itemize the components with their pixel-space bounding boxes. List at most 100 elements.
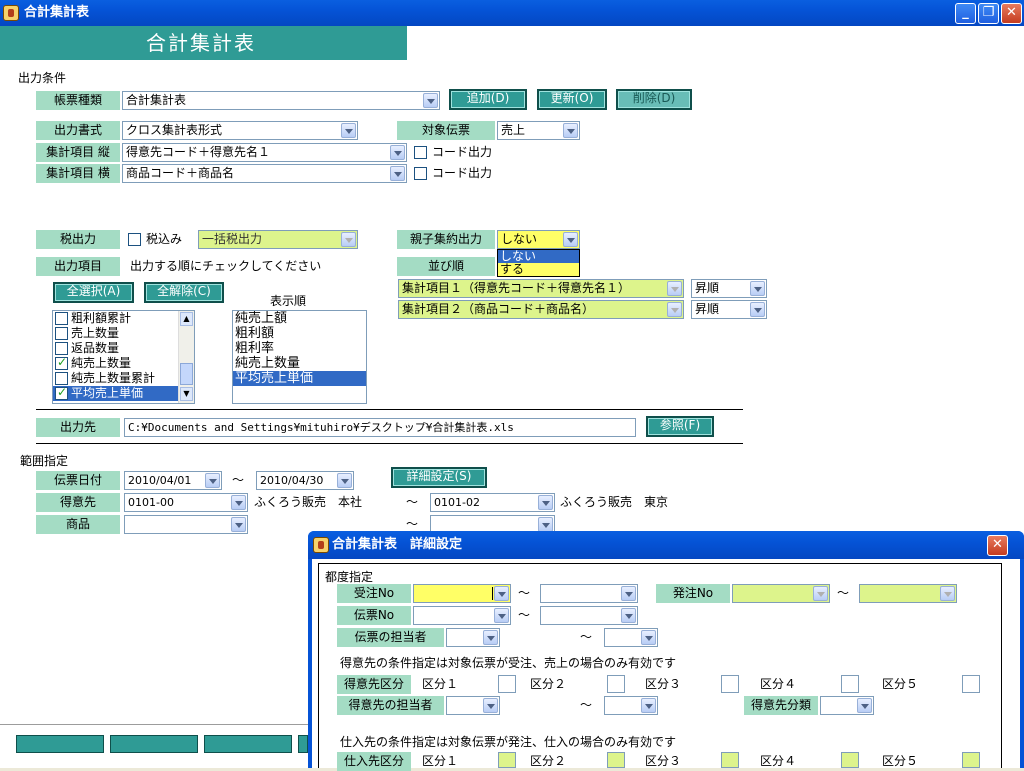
output-items-scrollbar[interactable]: ▲ ▼ bbox=[178, 311, 194, 403]
chevron-down-icon[interactable] bbox=[813, 586, 828, 601]
report-type-select[interactable]: 合計集計表 bbox=[122, 91, 440, 110]
browse-button[interactable]: 参照(F) bbox=[646, 416, 714, 437]
chevron-down-icon[interactable] bbox=[857, 698, 872, 713]
order-no-from-select[interactable] bbox=[413, 584, 511, 603]
restore-button[interactable]: ❐ bbox=[978, 3, 999, 24]
function-button[interactable] bbox=[16, 735, 104, 753]
delete-button[interactable]: 削除(D) bbox=[616, 89, 692, 110]
slip-staff-to-select[interactable] bbox=[604, 628, 658, 647]
list-item[interactable]: 平均売上単価 bbox=[53, 385, 194, 401]
tax-included-checkbox[interactable] bbox=[128, 233, 141, 246]
item-checkbox[interactable] bbox=[55, 372, 68, 385]
chevron-down-icon[interactable] bbox=[494, 608, 509, 623]
chevron-down-icon[interactable] bbox=[641, 630, 656, 645]
minimize-button[interactable]: _ bbox=[955, 3, 976, 24]
select-all-button[interactable]: 全選択(A) bbox=[53, 282, 134, 303]
supplier-class-5-input[interactable] bbox=[962, 752, 980, 768]
customer-to-select[interactable]: 0101-02 bbox=[430, 493, 555, 512]
item-checkbox[interactable] bbox=[55, 385, 68, 400]
item-checkbox[interactable] bbox=[55, 355, 68, 370]
product-from-select[interactable] bbox=[124, 515, 248, 534]
display-order-item[interactable]: 純売上数量 bbox=[233, 356, 366, 371]
list-item[interactable]: 純売上数量累計 bbox=[53, 371, 194, 386]
supplier-class-4-input[interactable] bbox=[841, 752, 859, 768]
display-order-item[interactable]: 粗利率 bbox=[233, 341, 366, 356]
function-button[interactable] bbox=[204, 735, 292, 753]
purchase-order-no-to-select[interactable] bbox=[859, 584, 957, 603]
customer-class-2-input[interactable] bbox=[607, 675, 625, 693]
chevron-down-icon[interactable] bbox=[483, 698, 498, 713]
customer-class-3-input[interactable] bbox=[721, 675, 739, 693]
parent-child-select[interactable]: しない bbox=[497, 230, 580, 249]
slip-no-from-select[interactable] bbox=[413, 606, 511, 625]
chevron-down-icon[interactable] bbox=[940, 586, 955, 601]
sort1-order-select[interactable]: 昇順 bbox=[691, 279, 767, 298]
chevron-down-icon[interactable] bbox=[231, 495, 246, 510]
sort1-select[interactable]: 集計項目１（得意先コード＋得意先名１） bbox=[398, 279, 684, 298]
list-item[interactable]: 純売上数量 bbox=[53, 355, 194, 371]
chevron-down-icon[interactable] bbox=[341, 232, 356, 247]
chevron-down-icon[interactable] bbox=[750, 302, 765, 317]
chevron-down-icon[interactable] bbox=[563, 123, 578, 138]
display-order-list[interactable]: 純売上額 粗利額 粗利率 純売上数量 平均売上単価 bbox=[232, 310, 367, 404]
output-items-list[interactable]: 粗利額累計売上数量返品数量純売上数量純売上数量累計平均売上単価 ▲ ▼ bbox=[52, 310, 195, 404]
chevron-down-icon[interactable] bbox=[563, 232, 578, 247]
chevron-down-icon[interactable] bbox=[641, 698, 656, 713]
update-button[interactable]: 更新(O) bbox=[537, 89, 607, 110]
chevron-down-icon[interactable] bbox=[390, 145, 405, 160]
customer-staff-from-select[interactable] bbox=[446, 696, 500, 715]
customer-staff-to-select[interactable] bbox=[604, 696, 658, 715]
supplier-class-1-input[interactable] bbox=[498, 752, 516, 768]
customer-from-select[interactable]: 0101-00 bbox=[124, 493, 248, 512]
slip-date-from-select[interactable]: 2010/04/01 bbox=[124, 471, 222, 490]
item-checkbox[interactable] bbox=[55, 327, 68, 340]
close-button[interactable]: ✕ bbox=[1001, 3, 1022, 24]
list-item[interactable]: 売上数量 bbox=[53, 326, 194, 341]
supplier-class-2-input[interactable] bbox=[607, 752, 625, 768]
chevron-down-icon[interactable] bbox=[337, 473, 352, 488]
code-output-vertical-checkbox[interactable] bbox=[414, 146, 427, 159]
order-no-to-select[interactable] bbox=[540, 584, 638, 603]
add-button[interactable]: 追加(D) bbox=[449, 89, 527, 110]
function-button[interactable] bbox=[110, 735, 198, 753]
tax-mode-select[interactable]: 一括税出力 bbox=[198, 230, 358, 249]
output-format-select[interactable]: クロス集計表形式 bbox=[122, 121, 358, 140]
chevron-down-icon[interactable] bbox=[341, 123, 356, 138]
list-item[interactable]: 粗利額累計 bbox=[53, 311, 194, 326]
chevron-down-icon[interactable] bbox=[621, 586, 636, 601]
chevron-down-icon[interactable] bbox=[667, 281, 682, 296]
code-output-horizontal-checkbox[interactable] bbox=[414, 167, 427, 180]
display-order-item[interactable]: 純売上額 bbox=[233, 311, 366, 326]
chevron-down-icon[interactable] bbox=[621, 608, 636, 623]
item-checkbox[interactable] bbox=[55, 312, 68, 325]
function-button[interactable] bbox=[298, 735, 308, 753]
sort2-order-select[interactable]: 昇順 bbox=[691, 300, 767, 319]
chevron-down-icon[interactable] bbox=[538, 495, 553, 510]
customer-class-4-input[interactable] bbox=[841, 675, 859, 693]
chevron-down-icon[interactable] bbox=[423, 93, 438, 108]
chevron-down-icon[interactable] bbox=[231, 517, 246, 532]
supplier-class-3-input[interactable] bbox=[721, 752, 739, 768]
chevron-down-icon[interactable] bbox=[205, 473, 220, 488]
customer-class-1-input[interactable] bbox=[498, 675, 516, 693]
dropdown-option[interactable]: する bbox=[498, 263, 579, 276]
customer-class-5-input[interactable] bbox=[962, 675, 980, 693]
chevron-down-icon[interactable] bbox=[494, 586, 509, 601]
display-order-item[interactable]: 粗利額 bbox=[233, 326, 366, 341]
destination-input[interactable]: C:¥Documents and Settings¥mituhiro¥デスクトッ… bbox=[124, 418, 636, 437]
chevron-down-icon[interactable] bbox=[667, 302, 682, 317]
customer-category-select[interactable] bbox=[820, 696, 874, 715]
agg-horizontal-select[interactable]: 商品コード＋商品名 bbox=[122, 164, 407, 183]
chevron-down-icon[interactable] bbox=[750, 281, 765, 296]
agg-vertical-select[interactable]: 得意先コード＋得意先名１ bbox=[122, 143, 407, 162]
purchase-order-no-from-select[interactable] bbox=[732, 584, 830, 603]
slip-staff-from-select[interactable] bbox=[446, 628, 500, 647]
list-item[interactable]: 返品数量 bbox=[53, 341, 194, 356]
item-checkbox[interactable] bbox=[55, 342, 68, 355]
display-order-item[interactable]: 平均売上単価 bbox=[233, 371, 366, 386]
deselect-all-button[interactable]: 全解除(C) bbox=[144, 282, 224, 303]
chevron-down-icon[interactable] bbox=[390, 166, 405, 181]
target-slip-select[interactable]: 売上 bbox=[497, 121, 580, 140]
dialog-close-button[interactable]: ✕ bbox=[987, 535, 1008, 556]
slip-no-to-select[interactable] bbox=[540, 606, 638, 625]
